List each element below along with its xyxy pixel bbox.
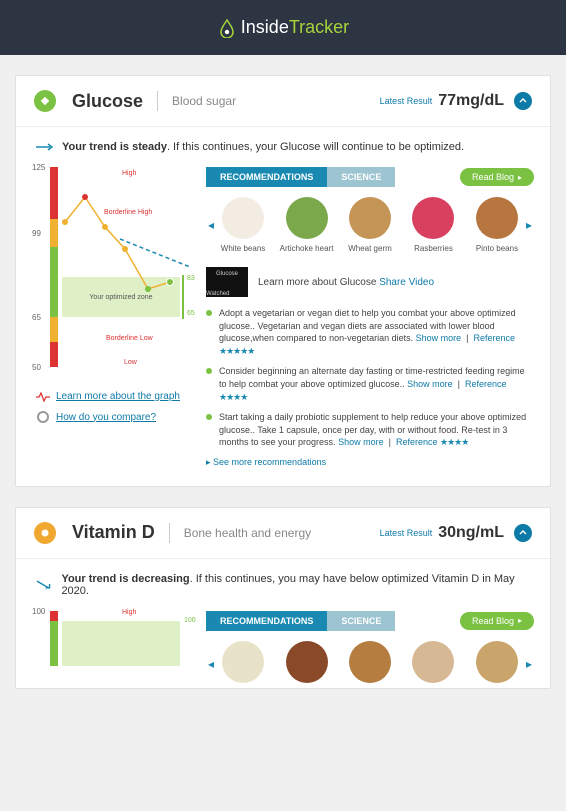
carousel-prev-button[interactable]: ◂: [206, 218, 216, 232]
bullet-icon: [206, 310, 212, 316]
trend-arrow-icon: [36, 142, 54, 152]
reference-link[interactable]: Reference: [465, 379, 507, 389]
food-item[interactable]: Wheat germ: [343, 197, 397, 253]
top-bar: InsideTracker: [0, 0, 566, 55]
collapse-button[interactable]: [514, 92, 532, 110]
compare-link[interactable]: How do you compare?: [36, 410, 192, 424]
rating-stars: ★★★★: [440, 437, 468, 447]
chevron-right-icon: ▸: [518, 173, 522, 182]
panel-header: Glucose Blood sugar Latest Result 77mg/d…: [16, 76, 550, 127]
trend-down-arrow-icon: [36, 579, 53, 591]
divider: [169, 523, 170, 543]
read-blog-button[interactable]: Read Blog▸: [460, 168, 534, 186]
latest-result-label: Latest Result: [380, 96, 433, 106]
vitamind-trend-chart: 100 High 100: [32, 611, 192, 666]
trend-summary: Your trend is steady. If this continues,…: [16, 127, 550, 167]
latest-result-label: Latest Result: [380, 528, 433, 538]
axis-tick: 100: [32, 607, 45, 616]
recommendations-column: RECOMMENDATIONS SCIENCE Read Blog▸ ◂ ▸: [206, 611, 534, 688]
biomarker-icon: [34, 522, 56, 544]
recommendation-item: Start taking a daily probiotic supplemen…: [206, 411, 534, 449]
glucose-trend-chart: 125 99 65 50 High Borderline High Border…: [32, 167, 192, 377]
food-item[interactable]: Artichoke heart: [280, 197, 334, 253]
trend-line-icon: [60, 167, 190, 367]
rating-stars: ★★★★: [219, 392, 247, 402]
food-item[interactable]: [406, 641, 460, 688]
tab-recommendations[interactable]: RECOMMENDATIONS: [206, 611, 327, 631]
video-row: Glucose Watched Learn more about Glucose…: [206, 267, 534, 297]
optimized-zone-box: [62, 621, 180, 666]
reference-link[interactable]: Reference: [396, 437, 438, 447]
opt-marker: 100: [184, 617, 196, 624]
chevron-right-icon: ▸: [518, 616, 522, 625]
food-item[interactable]: [216, 641, 270, 688]
show-more-link[interactable]: Show more: [407, 379, 453, 389]
food-item[interactable]: Rasberries: [406, 197, 460, 253]
food-item[interactable]: [280, 641, 334, 688]
show-more-link[interactable]: Show more: [338, 437, 384, 447]
circle-icon: [36, 410, 50, 424]
recommendation-item: Adopt a vegetarian or vegan diet to help…: [206, 307, 534, 357]
trend-summary: Your trend is decreasing. If this contin…: [16, 559, 550, 611]
recommendation-item: Consider beginning an alternate day fast…: [206, 365, 534, 403]
brand-prefix: Inside: [241, 17, 289, 37]
logo-droplet-icon: [217, 18, 237, 38]
tab-science[interactable]: SCIENCE: [327, 167, 395, 187]
food-carousel: ◂ ▸: [206, 641, 534, 688]
video-thumbnail[interactable]: Glucose Watched: [206, 267, 248, 297]
carousel-next-button[interactable]: ▸: [524, 657, 534, 671]
food-item[interactable]: White beans: [216, 197, 270, 253]
latest-result-value: 77mg/dL: [438, 92, 504, 110]
chart-column: 125 99 65 50 High Borderline High Border…: [32, 167, 192, 468]
biomarker-panel-vitamind: Vitamin D Bone health and energy Latest …: [15, 507, 551, 689]
trend-prefix: Your trend is steady: [62, 141, 167, 153]
biomarker-subtitle: Bone health and energy: [184, 526, 311, 540]
bullet-icon: [206, 368, 212, 374]
food-item[interactable]: Pinto beans: [470, 197, 524, 253]
reference-link[interactable]: Reference: [474, 333, 516, 343]
biomarker-subtitle: Blood sugar: [172, 94, 236, 108]
chevron-up-icon: [519, 529, 527, 537]
zone-label: High: [122, 609, 136, 616]
axis-tick: 125: [32, 163, 45, 172]
axis-tick: 50: [32, 363, 41, 372]
biomarker-icon: [34, 90, 56, 112]
bullet-icon: [206, 414, 212, 420]
axis-tick: 99: [32, 229, 41, 238]
divider: [157, 91, 158, 111]
see-more-recommendations-link[interactable]: ▸ See more recommendations: [206, 457, 534, 468]
read-blog-button[interactable]: Read Blog▸: [460, 612, 534, 630]
brand-suffix: Tracker: [289, 17, 349, 37]
biomarker-title: Vitamin D: [72, 522, 155, 543]
learn-graph-link[interactable]: Learn more about the graph: [36, 391, 192, 402]
video-learn-text: Learn more about Glucose: [258, 277, 376, 288]
pulse-icon: [36, 392, 50, 402]
chart-column: 100 High 100: [32, 611, 192, 688]
trend-suffix: . If this continues, your Glucose will c…: [167, 141, 464, 153]
collapse-button[interactable]: [514, 524, 532, 542]
carousel-prev-button[interactable]: ◂: [206, 657, 216, 671]
brand-logo[interactable]: InsideTracker: [217, 17, 349, 38]
food-item[interactable]: [343, 641, 397, 688]
food-item[interactable]: [470, 641, 524, 688]
tab-science[interactable]: SCIENCE: [327, 611, 395, 631]
trend-prefix: Your trend is decreasing: [61, 573, 189, 585]
rating-stars: ★★★★★: [219, 346, 254, 356]
axis-tick: 65: [32, 313, 41, 322]
share-video-link[interactable]: Share Video: [379, 277, 434, 288]
latest-result-value: 30ng/mL: [438, 524, 504, 542]
show-more-link[interactable]: Show more: [416, 333, 462, 343]
biomarker-panel-glucose: Glucose Blood sugar Latest Result 77mg/d…: [15, 75, 551, 487]
panel-header: Vitamin D Bone health and energy Latest …: [16, 508, 550, 559]
food-carousel: ◂ White beans Artichoke heart Wheat germ…: [206, 197, 534, 253]
recommendations-column: RECOMMENDATIONS SCIENCE Read Blog▸ ◂ Whi…: [206, 167, 534, 468]
carousel-next-button[interactable]: ▸: [524, 218, 534, 232]
tab-recommendations[interactable]: RECOMMENDATIONS: [206, 167, 327, 187]
biomarker-title: Glucose: [72, 91, 143, 112]
chevron-up-icon: [519, 97, 527, 105]
